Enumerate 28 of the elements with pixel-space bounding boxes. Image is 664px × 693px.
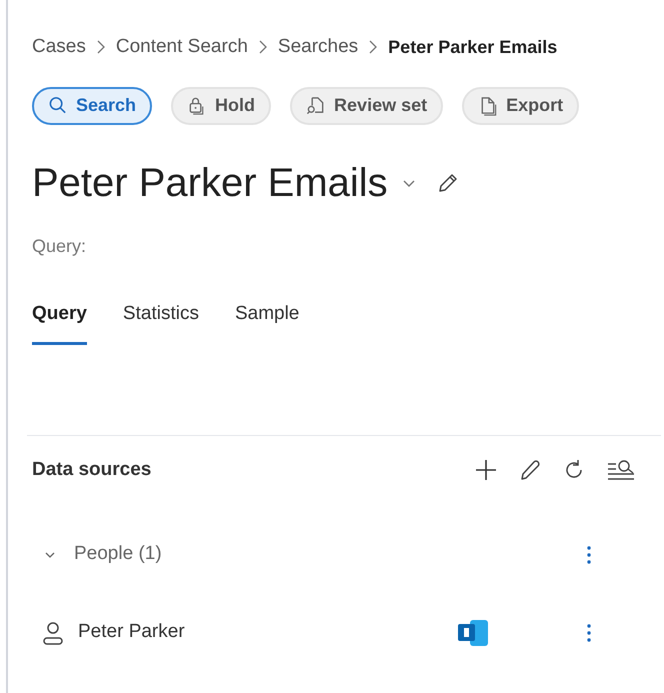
document-search-icon bbox=[306, 96, 326, 116]
action-button[interactable]: Search bbox=[32, 86, 152, 124]
more-options-icon[interactable] bbox=[586, 544, 592, 564]
more-options-icon[interactable] bbox=[586, 622, 592, 642]
chevron-down-icon[interactable] bbox=[402, 178, 416, 188]
person-icon bbox=[42, 620, 64, 644]
chevron-right-icon bbox=[258, 39, 268, 56]
group-label[interactable]: People (1) bbox=[74, 540, 162, 569]
add-icon[interactable] bbox=[474, 458, 498, 482]
section-title: Data sources bbox=[32, 458, 152, 482]
search-icon bbox=[48, 96, 68, 116]
chevron-right-icon bbox=[96, 39, 106, 56]
action-button[interactable]: Export bbox=[462, 86, 580, 124]
tab[interactable]: Statistics bbox=[122, 300, 199, 345]
breadcrumb-link[interactable]: Cases bbox=[32, 33, 86, 62]
person-name: Peter Parker bbox=[78, 620, 185, 644]
action-button[interactable]: Hold bbox=[171, 86, 272, 124]
tab[interactable]: Sample bbox=[234, 300, 300, 345]
breadcrumb-current: Peter Parker Emails bbox=[388, 36, 558, 59]
tab[interactable]: Query bbox=[32, 300, 87, 345]
chevron-right-icon bbox=[368, 39, 378, 56]
page-title: Peter Parker Emails bbox=[32, 162, 388, 202]
breadcrumb-link[interactable]: Content Search bbox=[116, 33, 248, 62]
action-button[interactable]: Review set bbox=[290, 86, 444, 124]
mail-app-icon bbox=[458, 620, 488, 646]
breadcrumb-link[interactable]: Searches bbox=[278, 33, 358, 62]
filter-search-icon[interactable] bbox=[606, 458, 636, 482]
query-label: Query: bbox=[32, 234, 88, 258]
